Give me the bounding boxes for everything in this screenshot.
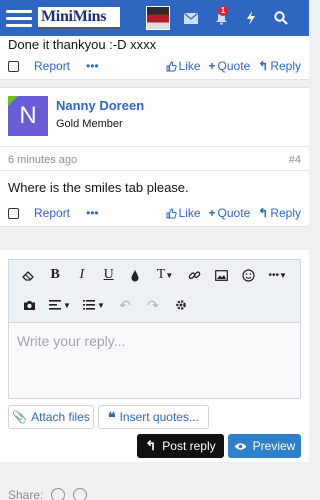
like-button[interactable]: Like: [166, 59, 201, 73]
like-label: Like: [178, 59, 201, 73]
camera-icon[interactable]: [15, 293, 43, 317]
bold-button[interactable]: B: [42, 263, 69, 287]
envelope-icon: [184, 12, 198, 24]
redo-icon[interactable]: ↷: [139, 293, 167, 317]
underline-button[interactable]: U: [95, 263, 122, 287]
poster-username[interactable]: Nanny Doreen: [56, 98, 144, 113]
reply-label: Reply: [270, 206, 301, 220]
chevron-down-icon: ▼: [63, 300, 71, 310]
new-member-ribbon: [8, 96, 18, 106]
post-body-text: Where is the smiles tab please.: [8, 180, 189, 195]
list-dropdown[interactable]: ▼: [77, 293, 111, 317]
post-permalink-number[interactable]: #4: [289, 154, 301, 166]
chevron-down-icon: ▼: [165, 270, 174, 280]
quote-label: Quote: [217, 59, 251, 73]
search-button[interactable]: [266, 0, 296, 36]
share-label: Share:: [8, 488, 44, 500]
rich-text-editor: B I U T ▼ ••• ▼ ▼ ▼ ↶ ↷ Write your reply…: [8, 259, 301, 399]
thumbs-up-icon: [166, 60, 177, 72]
quote-button[interactable]: + Quote: [209, 206, 251, 220]
preview-button[interactable]: Preview: [228, 434, 301, 458]
plus-icon: +: [208, 59, 216, 73]
lightning-bolt-icon: [247, 11, 255, 25]
post-body-text: Done it thankyou :-D xxxx: [8, 37, 157, 52]
reply-placeholder: Write your reply...: [17, 333, 126, 349]
quick-reply-form: B I U T ▼ ••• ▼ ▼ ▼ ↶ ↷ Write your reply…: [0, 250, 309, 462]
alerts-button[interactable]: 1: [206, 0, 236, 36]
align-dropdown[interactable]: ▼: [43, 293, 77, 317]
user-avatar-button[interactable]: [146, 6, 170, 30]
list-icon: [83, 300, 96, 310]
whatsapp-share-icon[interactable]: [73, 488, 88, 500]
inbox-button[interactable]: [176, 0, 206, 36]
font-size-label: T: [156, 267, 166, 282]
poster-user-title: Gold Member: [56, 118, 123, 130]
post-reply-button[interactable]: ↰ Post reply: [137, 434, 224, 458]
post-actions: Report ••• Like + Quote ↰ Reply: [8, 57, 301, 75]
post-message: N Nanny Doreen Gold Member 6 minutes ago…: [0, 87, 309, 227]
link-icon[interactable]: [181, 263, 208, 287]
divider: [0, 170, 309, 171]
more-options-button[interactable]: •••: [86, 59, 99, 73]
search-icon: [274, 11, 288, 25]
logo-text: MiniMins: [41, 8, 107, 25]
site-logo[interactable]: MiniMins: [38, 7, 120, 29]
pinterest-share-icon[interactable]: [51, 488, 66, 500]
more-tools-dropdown[interactable]: ••• ▼: [261, 263, 293, 287]
alerts-count-badge: 1: [218, 6, 228, 16]
post-message-previous: Done it thankyou :-D xxxx Report ••• Lik…: [0, 36, 309, 80]
quote-marks-icon: ❝: [108, 408, 116, 425]
reply-button[interactable]: ↰ Reply: [258, 206, 301, 220]
align-left-icon: [49, 300, 62, 310]
smilies-icon[interactable]: [235, 263, 262, 287]
reply-arrow-icon: ↰: [145, 438, 157, 453]
reply-arrow-icon: ↰: [258, 206, 269, 220]
reply-button[interactable]: ↰ Reply: [258, 59, 301, 73]
image-icon[interactable]: [208, 263, 235, 287]
paperclip-icon: 📎: [12, 410, 28, 424]
chevron-down-icon: ▼: [279, 270, 287, 280]
text-color-icon[interactable]: [122, 263, 149, 287]
post-reply-label: Post reply: [162, 439, 216, 453]
italic-button[interactable]: I: [69, 263, 96, 287]
whats-new-button[interactable]: [236, 0, 266, 36]
font-size-dropdown[interactable]: T ▼: [149, 263, 181, 287]
editor-toolbar-row-2: ▼ ▼ ↶ ↷: [9, 290, 300, 320]
post-actions: Report ••• Like + Quote ↰ Reply: [8, 204, 301, 222]
eye-icon: [234, 442, 247, 450]
chevron-down-icon: ▼: [97, 300, 105, 310]
reply-arrow-icon: ↰: [258, 59, 269, 73]
insert-quotes-label: Insert quotes...: [119, 410, 199, 424]
top-navigation-bar: MiniMins 1: [0, 0, 309, 36]
poster-avatar[interactable]: N: [8, 96, 48, 136]
undo-icon[interactable]: ↶: [111, 293, 139, 317]
eraser-icon[interactable]: [15, 263, 42, 287]
insert-quotes-button[interactable]: ❝ Insert quotes...: [98, 405, 209, 429]
more-options-button[interactable]: •••: [86, 206, 99, 220]
report-link[interactable]: Report: [34, 59, 70, 73]
report-link[interactable]: Report: [34, 206, 70, 220]
divider: [0, 146, 309, 147]
attach-files-button[interactable]: 📎 Attach files: [8, 405, 94, 429]
quote-button[interactable]: + Quote: [209, 59, 251, 73]
preview-label: Preview: [252, 439, 296, 453]
attach-files-label: Attach files: [31, 410, 90, 424]
select-post-checkbox[interactable]: [8, 207, 19, 219]
plus-icon: +: [208, 206, 216, 220]
hamburger-menu-icon[interactable]: [6, 6, 32, 30]
select-post-checkbox[interactable]: [8, 60, 19, 72]
like-button[interactable]: Like: [166, 206, 201, 220]
like-label: Like: [178, 206, 201, 220]
thumbs-up-icon: [166, 207, 177, 219]
more-tools-label: •••: [268, 269, 280, 281]
post-timestamp[interactable]: 6 minutes ago: [8, 154, 77, 166]
reply-textarea[interactable]: Write your reply...: [9, 322, 300, 398]
quote-label: Quote: [217, 206, 251, 220]
reply-label: Reply: [270, 59, 301, 73]
editor-toolbar-row-1: B I U T ▼ ••• ▼: [9, 260, 300, 290]
share-bar: Share:: [8, 488, 88, 500]
settings-gear-icon[interactable]: [167, 293, 195, 317]
avatar-letter: N: [19, 102, 37, 129]
